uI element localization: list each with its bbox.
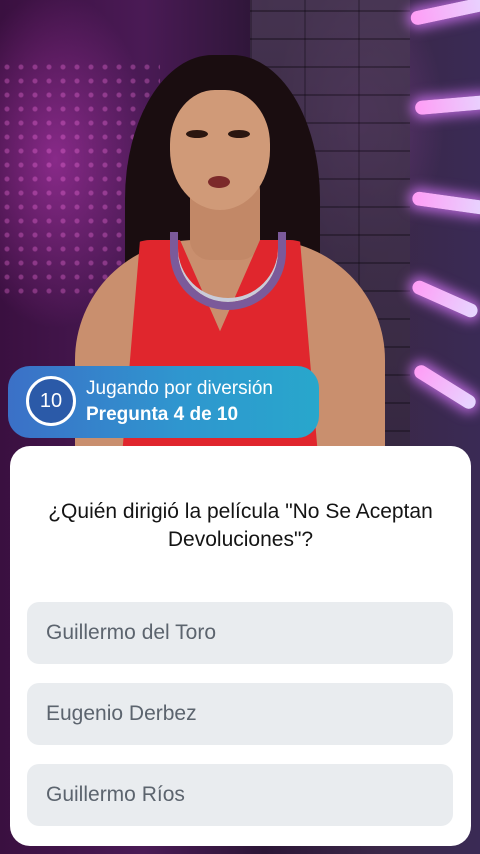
game-status-pill: 10 Jugando por diversión Pregunta 4 de 1… — [8, 366, 319, 438]
presenter-face — [170, 90, 270, 210]
answer-option-2[interactable]: Eugenio Derbez — [27, 683, 453, 745]
answer-option-1[interactable]: Guillermo del Toro — [27, 602, 453, 664]
presenter-mouth — [208, 176, 230, 188]
neon-light — [411, 190, 480, 216]
question-text: ¿Quién dirigió la película "No Se Acepta… — [48, 500, 433, 551]
neon-light — [414, 94, 480, 116]
presenter-eye — [186, 130, 208, 138]
countdown-timer: 10 — [26, 376, 76, 426]
neon-light — [409, 0, 480, 27]
game-mode-label: Jugando por diversión — [86, 378, 273, 399]
neon-light — [411, 362, 479, 412]
presenter-eye — [228, 130, 250, 138]
answer-option-3[interactable]: Guillermo Ríos — [27, 764, 453, 826]
question-progress: Pregunta 4 de 10 — [86, 404, 239, 425]
neon-light — [410, 278, 480, 320]
question-card: ¿Quién dirigió la película "No Se Acepta… — [10, 446, 471, 846]
